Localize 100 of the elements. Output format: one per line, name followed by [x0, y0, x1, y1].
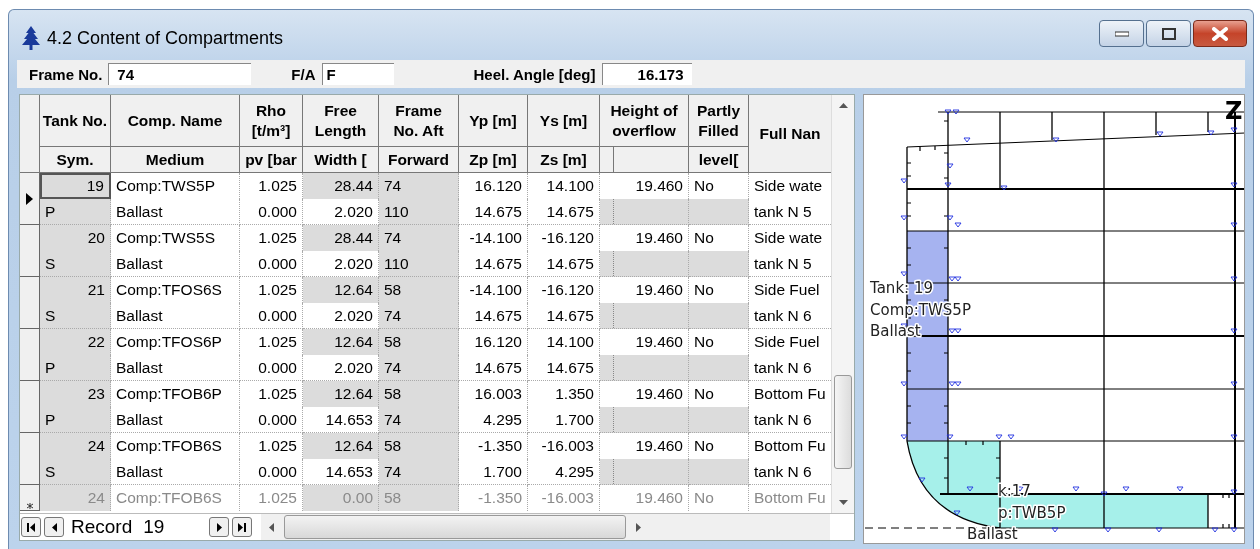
column-header[interactable]: Ys [m]: [528, 95, 600, 147]
table-cell: No: [689, 485, 749, 511]
table-cell: [689, 251, 749, 277]
scroll-thumb[interactable]: [284, 515, 627, 539]
tank-label: Ballast: [967, 525, 1018, 543]
column-header[interactable]: Yp [m]: [459, 95, 528, 147]
column-header[interactable]: Sym.: [40, 147, 111, 173]
table-cell: Ballast: [111, 199, 240, 225]
table-cell: 12.64: [303, 277, 379, 303]
record-label: Record: [71, 516, 133, 538]
table-cell: 4.295: [459, 407, 528, 433]
minimize-icon: [1114, 30, 1129, 37]
table-cell: [689, 303, 749, 329]
table-cell: 74: [379, 459, 459, 485]
table-cell: 0.00: [303, 485, 379, 511]
fa-label: F/A: [291, 65, 316, 83]
column-header[interactable]: Free Length: [303, 95, 379, 147]
column-header[interactable]: [600, 147, 689, 173]
row-selector[interactable]: [20, 173, 40, 225]
table-cell: 0.000: [240, 199, 303, 225]
column-header[interactable]: Width [: [303, 147, 379, 173]
close-icon: [1211, 26, 1229, 41]
table-cell: 16.120: [459, 173, 528, 199]
column-header[interactable]: Rho [t/m³]: [240, 95, 303, 147]
current-row-icon: [26, 192, 33, 205]
first-icon: [27, 522, 35, 532]
frame-field[interactable]: 74: [108, 63, 252, 85]
table-cell: 74: [379, 407, 459, 433]
table-cell: Ballast: [111, 355, 240, 381]
column-header[interactable]: Partly Filled: [689, 95, 749, 147]
table-cell: 58: [379, 329, 459, 355]
column-header[interactable]: Medium: [111, 147, 240, 173]
table-cell: -16.003: [528, 433, 600, 459]
heel-angle-label: Heel. Angle [deg]: [473, 65, 596, 83]
column-header[interactable]: Zp [m]: [459, 147, 528, 173]
column-header[interactable]: Zs [m]: [528, 147, 600, 173]
table-cell: 21: [40, 277, 111, 303]
previous-record-button[interactable]: [44, 517, 64, 537]
table-cell: 1.350: [528, 381, 600, 407]
last-record-button[interactable]: [232, 517, 253, 537]
table-cell: Comp:TFOB6P: [111, 381, 240, 407]
column-header[interactable]: Full Nan: [749, 95, 831, 173]
table-cell: 23: [40, 381, 111, 407]
table-cell: P: [40, 199, 111, 225]
record-number: 19: [143, 516, 166, 538]
table-cell: -1.350: [459, 485, 528, 511]
table-cell: Comp:TWS5S: [111, 225, 240, 251]
table-cell: Ballast: [111, 407, 240, 433]
axis-label: Z: [1225, 97, 1243, 125]
horizontal-scrollbar[interactable]: [261, 514, 830, 540]
first-record-button[interactable]: [21, 517, 41, 537]
table-cell: 58: [379, 485, 459, 511]
table-cell: 74: [379, 355, 459, 381]
table-cell: 24: [40, 485, 111, 511]
column-header[interactable]: Comp. Name: [111, 95, 240, 147]
maximize-button[interactable]: [1146, 20, 1191, 47]
table-cell-text: Bottom Fu: [753, 488, 827, 508]
tree-icon: [21, 26, 41, 50]
column-header[interactable]: Height of overflow: [600, 95, 689, 147]
scroll-right-icon: [636, 522, 642, 532]
table-cell: [689, 199, 749, 225]
column-header[interactable]: Tank No.: [40, 95, 111, 147]
table-cell: 14.100: [528, 173, 600, 199]
table-cell: 58: [379, 277, 459, 303]
column-header[interactable]: Frame No. Aft: [379, 95, 459, 147]
table-cell: S: [40, 459, 111, 485]
column-header[interactable]: pv [bar: [240, 147, 303, 173]
table-cell: -14.100: [459, 277, 528, 303]
table-cell: 12.64: [303, 381, 379, 407]
heel-angle-field[interactable]: 16.173: [601, 63, 692, 85]
table-cell: 24: [40, 433, 111, 459]
table-cell: Comp:TFOB6S: [111, 433, 240, 459]
table-cell: 74: [379, 303, 459, 329]
table-cell: 28.44: [303, 225, 379, 251]
column-header[interactable]: level[: [689, 147, 749, 173]
table-cell: S: [40, 251, 111, 277]
table-cell: 74: [379, 225, 459, 251]
table-cell: 74: [379, 173, 459, 199]
table-cell: P: [40, 407, 111, 433]
previous-icon: [51, 522, 57, 532]
table-cell: Comp:TWS5P: [111, 173, 240, 199]
fa-field[interactable]: F: [321, 63, 394, 85]
close-button[interactable]: [1193, 20, 1247, 47]
scroll-thumb[interactable]: [834, 375, 852, 469]
column-header[interactable]: Forward: [379, 147, 459, 173]
next-record-button[interactable]: [209, 517, 230, 537]
scroll-left-icon: [269, 522, 275, 532]
table-cell: -16.120: [528, 225, 600, 251]
table-cell: -14.100: [459, 225, 528, 251]
vertical-scrollbar[interactable]: [831, 95, 854, 513]
table-cell: 19: [40, 173, 111, 199]
table-cell: 14.100: [528, 329, 600, 355]
minimize-button[interactable]: [1099, 20, 1144, 47]
table-cell: 22: [40, 329, 111, 355]
table-cell: Comp:TFOB6S: [111, 485, 240, 511]
table-cell: Ballast: [111, 459, 240, 485]
table-cell: 0.000: [240, 251, 303, 277]
table-cell: Comp:TFOS6S: [111, 277, 240, 303]
table-cell: 12.64: [303, 433, 379, 459]
table-cell: 110: [379, 199, 459, 225]
